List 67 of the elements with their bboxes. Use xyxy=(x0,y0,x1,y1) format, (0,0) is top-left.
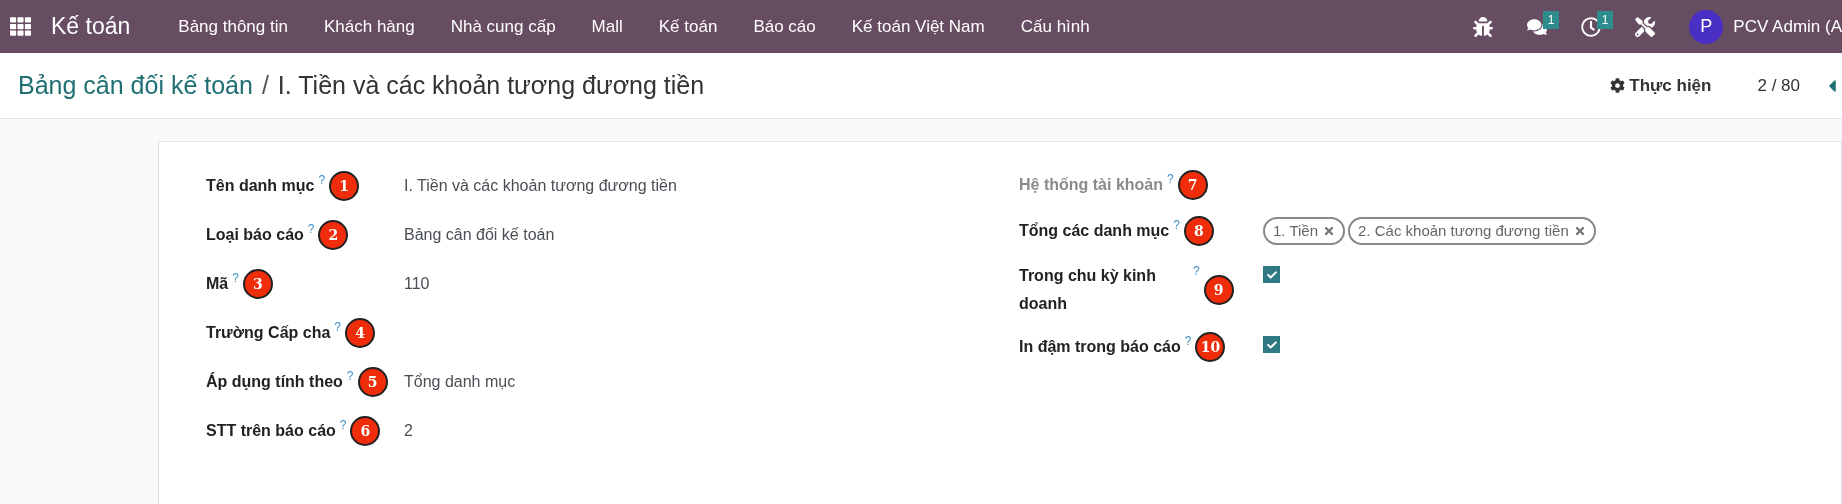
count-badge: 1 xyxy=(1596,10,1614,29)
help-mark[interactable]: ? xyxy=(1173,218,1180,232)
field-label: Mã xyxy=(206,274,229,294)
apps-menu-icon[interactable] xyxy=(10,16,31,37)
number-badge: 7 xyxy=(1177,170,1208,200)
help-mark[interactable]: ? xyxy=(232,271,239,285)
help-mark[interactable]: ? xyxy=(1193,264,1200,278)
checkbox[interactable] xyxy=(1263,266,1280,283)
help-mark[interactable]: ? xyxy=(1167,172,1174,186)
bug-icon[interactable] xyxy=(1473,16,1494,37)
field-value[interactable]: Bảng cân đối kế toán xyxy=(404,223,555,247)
gear-icon xyxy=(1610,78,1626,93)
action-button[interactable]: Thực hiện xyxy=(1610,72,1712,99)
help-mark[interactable]: ? xyxy=(346,369,354,383)
number-badge: 3 xyxy=(242,269,273,299)
pager-value[interactable]: 2 / 80 xyxy=(1757,72,1800,99)
help-mark[interactable]: ? xyxy=(1184,334,1192,348)
field-label: Áp dụng tính theo xyxy=(206,371,343,392)
menu-item[interactable]: Cấu hình xyxy=(1002,13,1108,40)
help-mark[interactable]: ? xyxy=(307,222,315,236)
field-label: Tổng các danh mục xyxy=(1019,221,1170,241)
check-icon xyxy=(1266,269,1277,280)
menu-item[interactable]: Mall xyxy=(573,13,641,40)
number-badge: 1 xyxy=(329,171,360,201)
menu-item[interactable]: Báo cáo xyxy=(735,13,834,40)
field-label: Trường Cấp cha xyxy=(206,323,331,343)
tag-chip[interactable]: 1. Tiền xyxy=(1263,217,1346,245)
remove-icon[interactable] xyxy=(1323,225,1336,237)
tag-chip[interactable]: 2. Các khoản tương đương tiền xyxy=(1348,217,1596,245)
field-label: Loại báo cáo xyxy=(206,225,304,245)
field-value[interactable]: 2 xyxy=(404,419,413,443)
number-badge: 10 xyxy=(1195,332,1226,362)
number-badge: 6 xyxy=(350,416,381,446)
field-label: In đậm trong báo cáo xyxy=(1019,337,1181,357)
help-mark[interactable]: ? xyxy=(318,173,326,187)
breadcrumb-link[interactable]: Bảng cân đối kế toán xyxy=(18,66,253,105)
remove-icon[interactable] xyxy=(1573,225,1586,237)
field-label: Trong chu kỳ kinh doanh xyxy=(1019,266,1157,314)
number-badge: 5 xyxy=(357,367,388,397)
user-avatar[interactable]: P xyxy=(1689,9,1724,44)
menu-item[interactable]: Kế toán Việt Nam xyxy=(833,13,1003,40)
field-value[interactable]: Tổng danh mục xyxy=(404,370,516,394)
field-label: Hệ thống tài khoản xyxy=(1019,175,1163,195)
number-badge: 4 xyxy=(345,318,375,348)
breadcrumb-separator: / xyxy=(261,69,269,101)
menu-item[interactable]: Kế toán xyxy=(640,13,736,40)
check-icon xyxy=(1266,339,1277,350)
number-badge: 9 xyxy=(1203,275,1234,305)
help-mark[interactable]: ? xyxy=(334,320,341,334)
checkbox[interactable] xyxy=(1263,336,1280,353)
field-value[interactable]: 110 xyxy=(404,272,430,296)
count-badge: 1 xyxy=(1542,10,1560,29)
menu-item[interactable]: Bảng thông tin xyxy=(160,13,306,40)
clock-icon[interactable] xyxy=(1581,16,1602,37)
menu-item[interactable]: Khách hàng xyxy=(305,13,433,40)
number-badge: 8 xyxy=(1183,216,1214,246)
number-badge: 2 xyxy=(318,220,349,250)
field-label: Tên danh mục xyxy=(206,176,315,196)
field-label: STT trên báo cáo xyxy=(206,421,336,441)
breadcrumb-current: I. Tiền và các khoản tương đương tiền xyxy=(277,69,705,101)
menu-item[interactable]: Nhà cung cấp xyxy=(432,13,574,40)
tools-icon[interactable] xyxy=(1635,16,1656,37)
chat-icon[interactable] xyxy=(1527,16,1548,37)
user-name[interactable]: PCV Admin (A xyxy=(1733,13,1842,40)
app-name[interactable]: Kế toán xyxy=(51,9,131,44)
field-value[interactable]: I. Tiền và các khoản tương đương tiền xyxy=(404,174,677,198)
help-mark[interactable]: ? xyxy=(339,418,347,432)
